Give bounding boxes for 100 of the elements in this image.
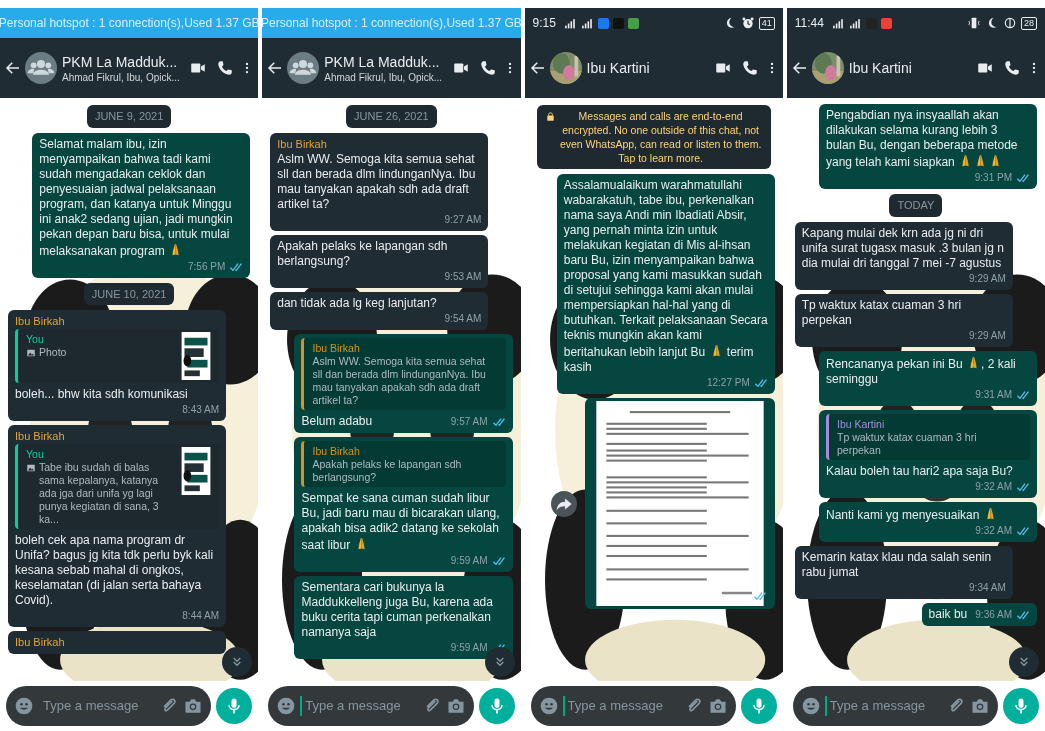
- microphone-button[interactable]: [1003, 688, 1039, 724]
- message-text: dan tidak ada lg keg lanjutan?: [277, 295, 437, 311]
- message-time: 9:27 AM: [444, 212, 482, 227]
- message-text: baik bu: [928, 606, 968, 622]
- microphone-button[interactable]: [478, 688, 515, 724]
- message-bubble[interactable]: Pengabdian nya insyaallah akan dilakukan selama kurang lebih 3 bulan Bu, dengan beberapa metode yang telah kami siapkan 9:31 PM: [819, 104, 1037, 189]
- message-bubble[interactable]: Kapang mulai dek krn ada jg ni dri unifa surat tugasx masuk .3 bulan jg n dia mulai dri tanggal 7 mei -7 agustus 9:29 AM: [794, 221, 1013, 290]
- message-time: 9:34 AM: [969, 580, 1006, 595]
- group-avatar-icon[interactable]: [25, 52, 57, 84]
- message-time: 9:29 AM: [969, 328, 1006, 343]
- message-bubble[interactable]: Ibu Birkah Aslm WW. Semoga kita semua sehat sll dan berada dlm lindunganNya. Ibu mau tanyakan apakah sdh ada draft artikel ta? Belum adabu 9:57 AM: [294, 333, 513, 433]
- message-bubble[interactable]: [32, 132, 251, 278]
- emoji-icon[interactable]: [14, 696, 34, 716]
- circle-icon: [1003, 16, 1017, 30]
- hotspot-status-text: Personal hotspot : 1 connection(s),Used 1.37 GB: [0, 15, 259, 32]
- camera-icon[interactable]: [970, 696, 990, 716]
- message-time: 9:32 AM: [975, 479, 1012, 494]
- message-field[interactable]: Type a message: [530, 686, 736, 726]
- back-arrow-icon[interactable]: [4, 59, 22, 77]
- signal-icon: [580, 16, 594, 30]
- quoted-message[interactable]: Ibu Kartini Tp waktux katax cuaman 3 hri perpekan: [826, 413, 1030, 460]
- message-bubble[interactable]: Rencananya pekan ini Bu , 2 kali seminggu 9:31 AM: [819, 350, 1037, 406]
- message-field[interactable]: Type a message: [268, 686, 474, 726]
- message-time: 9:31 PM: [974, 171, 1012, 185]
- message-bubble[interactable]: dan tidak ada lg keg lanjutan? 9:54 AM: [270, 291, 489, 330]
- message-time: 9:31 AM: [975, 387, 1012, 402]
- message-time: 9:57 AM: [450, 414, 488, 429]
- phone-call-icon[interactable]: [216, 59, 235, 77]
- message-bubble[interactable]: Nanti kami yg menyesuaikan 9:32 AM: [819, 501, 1037, 542]
- message-text: Sempat ke sana cuman sudah libur Bu, jadi baru mau di bicarakan ulang, apakah bisa adik2 datang ke sekolah saat libur: [301, 490, 501, 553]
- signal-icon: [563, 16, 577, 30]
- sender-name: Ibu Birkah: [277, 136, 328, 152]
- emoji-icon[interactable]: [800, 696, 821, 716]
- group-avatar-icon[interactable]: [287, 52, 320, 84]
- message-bubble[interactable]: Sementara cari bukunya la Maddukkelleng juga Bu, karena ada buku cerita tapi cuman perkenalkan namanya saja 9:59 AM: [294, 575, 513, 659]
- quote-author: Ibu Kartini: [837, 416, 886, 431]
- message-text: boleh... bhw kita sdh komunikasi: [15, 387, 188, 402]
- signal-icon: [848, 16, 862, 30]
- quoted-message[interactable]: Ibu Birkah Apakah pelaks ke lapangan sdh berlangsung?: [301, 440, 506, 487]
- message-bubble[interactable]: Ibu Kartini Tp waktux katax cuaman 3 hri perpekan Kalau boleh tau hari2 apa saja Bu? 9:32 AM: [819, 409, 1037, 498]
- battery-level: 28: [1021, 16, 1037, 30]
- chat-title[interactable]: Ibu Kartini: [848, 59, 912, 77]
- signal-icon: [831, 16, 845, 30]
- emoji-icon[interactable]: [538, 696, 559, 716]
- phone-call-icon[interactable]: [478, 59, 497, 77]
- message-time: 8:43 AM: [182, 403, 219, 417]
- chat-members: Ahmad Fikrul, Ibu, Opick...: [62, 70, 180, 84]
- message-time: 7:56 PM: [188, 259, 226, 274]
- message-bubble[interactable]: Tp waktux katax cuaman 3 hri perpekan 9:29 AM: [794, 293, 1013, 347]
- message-input[interactable]: Type a message: [300, 696, 418, 716]
- message-text: Sementara cari bukunya la Maddukkelleng juga Bu, karena ada buku cerita tapi cuman perkenalkan namanya saja: [301, 579, 494, 640]
- back-arrow-icon[interactable]: [790, 59, 809, 77]
- chat-title[interactable]: Ibu Kartini: [586, 59, 650, 77]
- message-bubble[interactable]: Kemarin katax klau nda salah senin rabu jumat 9:34 AM: [794, 545, 1013, 599]
- message-field[interactable]: Type a message: [6, 686, 212, 726]
- quoted-message[interactable]: Ibu Birkah Aslm WW. Semoga kita semua sehat sll dan berada dlm lindunganNya. Ibu mau tanyakan apakah sdh ada draft artikel ta?: [301, 337, 506, 410]
- message-text: Apakah pelaks ke lapangan sdh berlangsung?: [277, 238, 449, 269]
- message-bubble[interactable]: [8, 425, 226, 627]
- message-bubble[interactable]: Ibu Birkah You Photo boleh... bhw kita sdh komunikasi 8:43 AM: [8, 310, 226, 421]
- microphone-button[interactable]: [216, 688, 253, 724]
- back-arrow-icon[interactable]: [528, 59, 547, 77]
- message-bubble[interactable]: Ibu Birkah Apakah pelaks ke lapangan sdh berlangsung? Sempat ke sana cuman sudah libur Bu, jadi baru mau di bicarakan ulang, apakah bisa adik2 datang ke sekolah saat libur 9:59 AM: [294, 436, 513, 572]
- emoji-icon[interactable]: [276, 696, 297, 716]
- message-input[interactable]: Type a message: [38, 696, 156, 716]
- message-input[interactable]: Type a message: [562, 696, 680, 716]
- message-field[interactable]: Type a message: [792, 686, 998, 726]
- message-time: 9:29 AM: [969, 271, 1006, 286]
- phone-call-icon[interactable]: [1003, 59, 1021, 77]
- quote-author: You: [26, 447, 45, 461]
- message-bubble[interactable]: Apakah pelaks ke lapangan sdh berlangsung? 9:53 AM: [270, 234, 489, 288]
- sender-name: Ibu Birkah: [15, 635, 66, 650]
- message-time: 8:44 AM: [182, 609, 219, 623]
- chat-members: Ahmad Fikrul, Ibu, Opick...: [324, 70, 443, 84]
- battery-level: 41: [758, 16, 775, 30]
- message-time: 9:32 AM: [975, 523, 1012, 538]
- microphone-button[interactable]: [740, 688, 777, 724]
- chat-title[interactable]: PKM La Madduk...: [324, 52, 440, 71]
- message-input[interactable]: Type a message: [824, 696, 942, 716]
- message-time: 9:36 AM: [975, 607, 1012, 622]
- quoted-message[interactable]: You Photo: [15, 329, 219, 383]
- message-text: Aslm WW. Semoga kita semua sehat sll dan berada dlm lindunganNya. Ibu mau tanyakan apakah sdh ada draft artikel ta?: [277, 151, 477, 212]
- message-text: Selamat malam ibu, izin menyampaikan bahwa tadi kami sudah mengadakan ceklok dan penyesuaian jadwal pelaksanaan program, dan katanya untuk Minggu ini anak2 sedang ujian, jadi mungkin pekan depan baru bisa, untuk mulai melaksanakan program: [39, 136, 234, 259]
- message-bubble[interactable]: Ibu Birkah Aslm WW. Semoga kita semua sehat sll dan berada dlm lindunganNya. Ibu mau tanyakan apakah sdh ada draft artikel ta? 9:27 AM: [270, 132, 489, 231]
- phone-call-icon[interactable]: [740, 59, 759, 77]
- date-chip: JUNE 26, 2021: [346, 105, 437, 128]
- quote-author: Ibu Birkah: [312, 340, 361, 355]
- chat-title[interactable]: PKM La Madduk...: [62, 52, 178, 71]
- message-text: Belum adabu: [301, 413, 373, 429]
- quote-text: Photo: [39, 346, 67, 359]
- quoted-message[interactable]: You Tabe ibu sudah di balas sama kepalanya, katanya ada jga dari unifa yg lagi punya kegiatan di sana, 3 ka...: [15, 444, 219, 529]
- message-time: 9:59 AM: [450, 640, 488, 655]
- message-bubble[interactable]: baik bu 9:36 AM: [921, 602, 1037, 626]
- camera-icon[interactable]: [183, 696, 204, 716]
- quote-text: Apakah pelaks ke lapangan sdh berlangsung?: [312, 457, 463, 484]
- message-text: Rencananya pekan ini Bu , 2 kali seminggu: [826, 354, 1017, 387]
- message-bubble[interactable]: Ibu Birkah: [8, 631, 226, 654]
- message-text: Tp waktux katax cuaman 3 hri perpekan: [801, 297, 963, 328]
- message-text: Pengabdian nya insyaallah akan dilakukan selama kurang lebih 3 bulan Bu, dengan beberapa metode yang telah kami siapkan: [826, 108, 1019, 170]
- date-chip: TODAY: [889, 194, 943, 217]
- date-chip: JUNE 9, 2021: [86, 105, 172, 128]
